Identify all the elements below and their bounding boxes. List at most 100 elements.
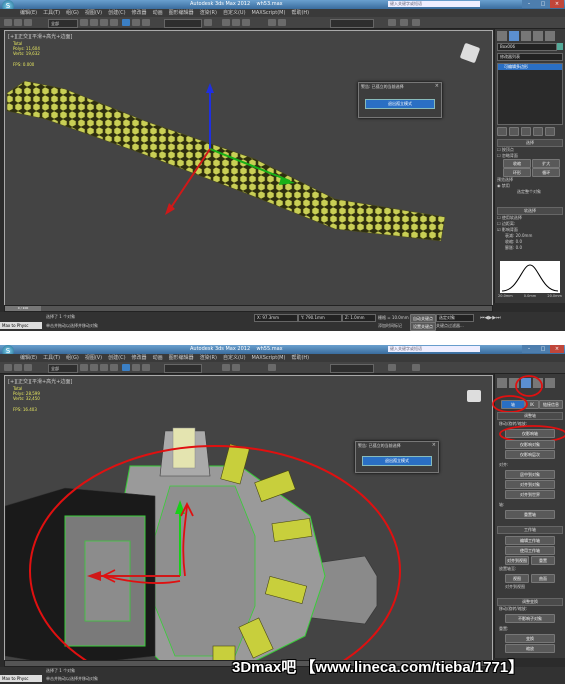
select-icon[interactable] xyxy=(80,19,88,26)
selection-rollout[interactable]: 选择 xyxy=(497,139,563,147)
menu-item[interactable]: 视图(V) xyxy=(85,354,102,362)
redo-icon[interactable] xyxy=(14,364,22,371)
viewcube-icon[interactable] xyxy=(467,390,481,402)
reference-coord-dropdown[interactable] xyxy=(164,364,202,373)
window-crossing-icon[interactable] xyxy=(110,19,118,26)
undo-icon[interactable] xyxy=(4,364,12,371)
z-coordinate-field[interactable]: Z: 1.0mm xyxy=(342,314,376,322)
menu-item[interactable]: MAXScript(M) xyxy=(252,354,286,362)
create-tab-icon[interactable] xyxy=(497,378,507,388)
modifier-list-dropdown[interactable]: 修改器列表 xyxy=(497,53,563,61)
close-button[interactable]: × xyxy=(550,345,564,353)
show-end-result-icon[interactable] xyxy=(509,127,519,136)
menu-item[interactable]: 工具(T) xyxy=(43,9,60,17)
selected-object-dropdown[interactable]: 选定对象 xyxy=(436,314,474,322)
angle-snap-icon[interactable] xyxy=(232,19,240,26)
align-icon[interactable] xyxy=(278,19,286,26)
scale-button[interactable]: 缩放 xyxy=(505,644,555,653)
display-tab-icon[interactable] xyxy=(545,378,555,388)
bubble-row[interactable]: 膨胀: 0.0 xyxy=(497,245,561,251)
grow-button[interactable]: 扩大 xyxy=(532,159,561,168)
soft-selection-rollout[interactable]: 软选择 xyxy=(497,207,563,215)
rotate-icon[interactable] xyxy=(132,19,140,26)
link-icon[interactable] xyxy=(24,19,32,26)
remove-modifier-icon[interactable] xyxy=(533,127,543,136)
menu-item[interactable]: 修改器 xyxy=(132,9,147,17)
menu-item[interactable]: 图形编辑器 xyxy=(169,354,194,362)
menu-item[interactable]: 帮助(H) xyxy=(291,354,309,362)
align-to-view-button[interactable]: 对齐到视图 xyxy=(505,556,529,565)
scale-icon[interactable] xyxy=(142,19,150,26)
affect-hierarchy-only-button[interactable]: 仅影响层次 xyxy=(505,450,555,459)
search-input[interactable]: 键入关键字或短语 xyxy=(388,346,480,352)
menu-item[interactable]: 渲染(R) xyxy=(200,354,217,362)
mirror-icon[interactable] xyxy=(268,19,276,26)
viewport-perspective[interactable]: [+][正交][平滑+高光+边面] Total Polys: 28,599 Ve… xyxy=(4,375,493,661)
move-icon[interactable] xyxy=(122,364,130,371)
y-coordinate-field[interactable]: Y: 790.1mm xyxy=(298,314,342,322)
viewport-perspective[interactable]: [+][正交][平滑+高光+边面] Total Polys: 11,604 Ve… xyxy=(4,30,493,306)
menu-item[interactable]: 组(G) xyxy=(66,354,79,362)
minimize-button[interactable]: – xyxy=(522,345,536,353)
x-coordinate-field[interactable]: X: 97.3mm xyxy=(254,314,298,322)
adjust-pivot-rollout[interactable]: 调整轴 xyxy=(497,412,563,420)
close-button[interactable]: × xyxy=(550,0,564,8)
menu-item[interactable]: 帮助(H) xyxy=(291,9,309,17)
percent-snap-icon[interactable] xyxy=(242,19,250,26)
create-tab-icon[interactable] xyxy=(497,31,507,41)
window-crossing-icon[interactable] xyxy=(110,364,118,371)
snap-icon[interactable] xyxy=(222,364,230,371)
dialog-close-icon[interactable]: × xyxy=(432,442,436,448)
align-to-world-button[interactable]: 对齐到世界 xyxy=(505,490,555,499)
view-button[interactable]: 视图 xyxy=(505,574,529,583)
selection-filter-dropdown[interactable]: 全部 xyxy=(48,19,78,28)
link-info-subtab[interactable]: 链接信息 xyxy=(539,400,563,409)
named-selection-dropdown[interactable] xyxy=(330,19,374,28)
move-icon[interactable] xyxy=(122,19,130,26)
menu-item[interactable]: 修改器 xyxy=(132,354,147,362)
maxscript-listener[interactable]: Max to Physc xyxy=(0,675,42,682)
dont-affect-children-button[interactable]: 不影响子对象 xyxy=(505,614,555,623)
adjust-transform-rollout[interactable]: 调整变换 xyxy=(497,598,563,606)
menu-item[interactable]: 图形编辑器 xyxy=(169,9,194,17)
pivot-center-icon[interactable] xyxy=(204,19,212,26)
menu-item[interactable]: 自定义(U) xyxy=(223,354,246,362)
menu-item[interactable]: 创建(C) xyxy=(108,354,125,362)
menu-item[interactable]: 编辑(E) xyxy=(20,9,37,17)
material-editor-icon[interactable] xyxy=(388,19,396,26)
transform-button[interactable]: 变换 xyxy=(505,634,555,643)
object-name-field[interactable]: Box006 xyxy=(497,43,557,51)
align-to-view-checkbox[interactable]: 对齐到视图 xyxy=(505,584,525,590)
reset-button[interactable]: 重置 xyxy=(531,556,555,565)
menu-item[interactable]: 动画 xyxy=(153,9,163,17)
exit-isolation-button[interactable]: 退出孤立模式 xyxy=(362,456,432,466)
surface-button[interactable]: 曲面 xyxy=(531,574,555,583)
pin-stack-icon[interactable] xyxy=(497,127,507,136)
render-icon[interactable] xyxy=(412,19,420,26)
align-to-object-button[interactable]: 对齐到对象 xyxy=(505,480,555,489)
edit-working-pivot-button[interactable]: 编辑工作轴 xyxy=(505,536,555,545)
menu-item[interactable]: MAXScript(M) xyxy=(252,9,286,17)
render-icon[interactable] xyxy=(412,364,420,371)
angle-snap-icon[interactable] xyxy=(232,364,240,371)
scale-icon[interactable] xyxy=(142,364,150,371)
reset-pivot-button[interactable]: 重置轴 xyxy=(505,510,555,519)
selection-filter-dropdown[interactable]: 全部 xyxy=(48,364,78,373)
ring-button[interactable]: 环形 xyxy=(503,168,531,177)
loop-button[interactable]: 循环 xyxy=(532,168,561,177)
rect-select-icon[interactable] xyxy=(100,19,108,26)
affect-object-only-button[interactable]: 仅影响对象 xyxy=(505,440,555,449)
menu-item[interactable]: 工具(T) xyxy=(43,354,60,362)
menu-item[interactable]: 动画 xyxy=(153,354,163,362)
time-slider-handle[interactable]: 0 / 100 xyxy=(5,306,41,311)
mirror-icon[interactable] xyxy=(268,364,276,371)
hierarchy-tab-icon[interactable] xyxy=(521,31,531,41)
link-icon[interactable] xyxy=(24,364,32,371)
redo-icon[interactable] xyxy=(14,19,22,26)
material-editor-icon[interactable] xyxy=(388,364,396,371)
named-selection-dropdown[interactable] xyxy=(330,364,374,373)
exit-isolation-button[interactable]: 退出孤立模式 xyxy=(365,99,435,109)
menu-item[interactable]: 创建(C) xyxy=(108,9,125,17)
select-by-name-icon[interactable] xyxy=(90,19,98,26)
motion-tab-icon[interactable] xyxy=(533,31,543,41)
